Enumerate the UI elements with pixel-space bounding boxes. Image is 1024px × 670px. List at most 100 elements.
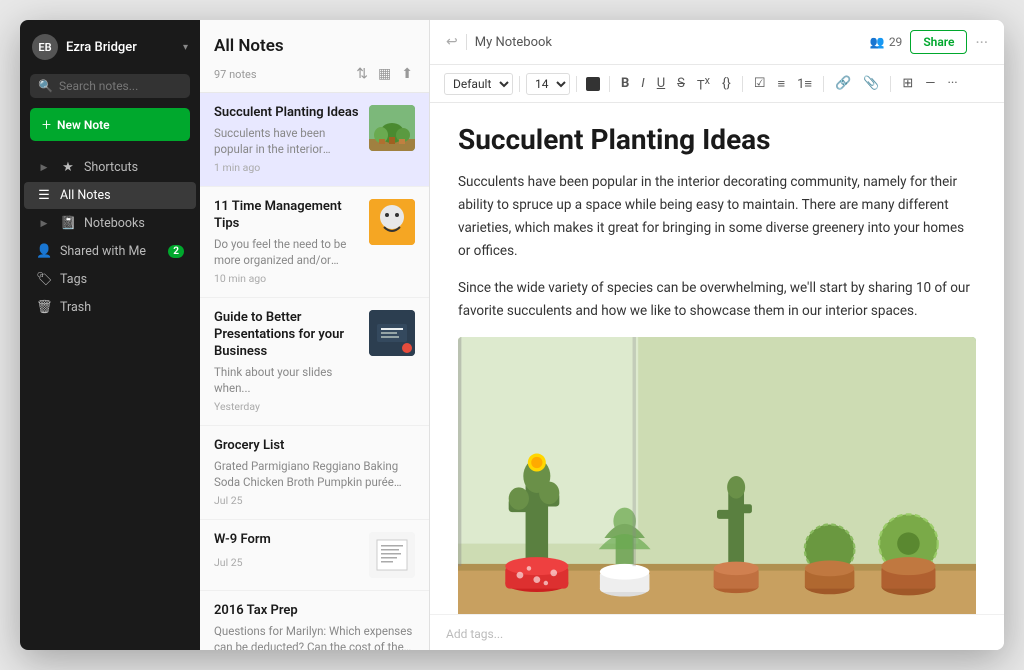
shared-icon: 👤: [36, 244, 52, 259]
font-size-select[interactable]: 14: [526, 73, 570, 95]
sidebar-item-label: Trash: [60, 300, 91, 315]
note-list: All Notes 97 notes ⇅ ▦ ⬆ Succulent Plant…: [200, 20, 430, 650]
expand-icon: ▶: [36, 163, 52, 173]
sidebar-item-shortcuts[interactable]: ▶ ★ Shortcuts: [24, 154, 196, 181]
editor-toolbar: Default 14 B I U S Tx {} ☑ ≡ 1≡ 🔗 📎 ⊞ —: [430, 65, 1004, 103]
list-item[interactable]: Guide to Better Presentations for your B…: [200, 298, 429, 426]
note-item-date: Jul 25: [214, 556, 361, 569]
sidebar-item-label: Shortcuts: [84, 160, 138, 175]
note-item-preview: Grated Parmigiano Reggiano Baking Soda C…: [214, 458, 415, 490]
list-item[interactable]: 11 Time Management Tips Do you feel the …: [200, 187, 429, 298]
expand-icon: ▶: [36, 219, 52, 229]
note-item-preview: Do you feel the need to be more organize…: [214, 236, 361, 268]
editor-header: ↩ My Notebook 👥 29 Share ···: [430, 20, 1004, 65]
note-item-title: W-9 Form: [214, 532, 361, 549]
note-item-date: Jul 25: [214, 494, 415, 507]
toolbar-separator: [576, 76, 577, 92]
collab-count: 👥 29: [870, 35, 902, 49]
note-list-toolbar: 97 notes ⇅ ▦ ⬆: [214, 64, 415, 84]
underline-button[interactable]: U: [652, 73, 670, 94]
sidebar-item-tags[interactable]: 🏷 Tags: [24, 266, 196, 293]
note-thumbnail: [369, 105, 415, 151]
back-icon[interactable]: ↩: [446, 34, 458, 50]
sidebar-item-shared[interactable]: 👤 Shared with Me 2: [24, 238, 196, 265]
username: Ezra Bridger: [66, 40, 175, 55]
italic-button[interactable]: I: [636, 73, 649, 94]
sidebar-item-notebooks[interactable]: ▶ 📓 Notebooks: [24, 210, 196, 237]
search-input[interactable]: [59, 79, 215, 93]
toolbar-separator: [519, 76, 520, 92]
editor-header-left: ↩ My Notebook: [446, 34, 860, 50]
image-inner: [458, 337, 976, 614]
list-item[interactable]: Grocery List Grated Parmigiano Reggiano …: [200, 426, 429, 520]
more-toolbar-button[interactable]: ···: [942, 73, 962, 94]
notebooks-icon: 📓: [60, 216, 76, 231]
sidebar-item-label: All Notes: [60, 188, 111, 203]
sidebar-item-trash[interactable]: 🗑 Trash: [24, 294, 196, 321]
code-button[interactable]: {}: [717, 73, 736, 94]
note-thumbnail: [369, 532, 415, 578]
bold-button[interactable]: B: [616, 73, 634, 94]
sidebar-item-label: Notebooks: [84, 216, 145, 231]
checkbox-button[interactable]: ☑: [749, 73, 771, 94]
tags-icon: 🏷: [36, 272, 52, 287]
superscript-button[interactable]: Tx: [692, 71, 715, 96]
toolbar-separator: [890, 76, 891, 92]
sidebar-item-label: Tags: [60, 272, 87, 287]
note-item-title: Guide to Better Presentations for your B…: [214, 310, 361, 361]
shortcuts-icon: ★: [60, 160, 76, 175]
editor-title: Succulent Planting Ideas: [458, 123, 976, 157]
note-item-content: Guide to Better Presentations for your B…: [214, 310, 361, 413]
trash-icon: 🗑: [36, 300, 52, 315]
user-menu[interactable]: EB Ezra Bridger ▾: [20, 20, 200, 70]
shared-badge: 2: [168, 245, 184, 258]
strikethrough-button[interactable]: S: [672, 73, 690, 94]
list-item[interactable]: W-9 Form Jul 25: [200, 520, 429, 591]
search-icon: 🔍: [38, 79, 53, 93]
bullets-button[interactable]: ≡: [773, 73, 791, 95]
note-item-title: Succulent Planting Ideas: [214, 105, 361, 122]
search-box[interactable]: 🔍: [30, 74, 190, 98]
hr-button[interactable]: —: [920, 73, 940, 94]
sidebar-item-all-notes[interactable]: ☰ All Notes: [24, 182, 196, 209]
table-button[interactable]: ⊞: [897, 73, 918, 94]
view-icon[interactable]: ▦: [376, 64, 393, 84]
note-item-preview: Questions for Marilyn: Which expenses ca…: [214, 623, 415, 650]
new-note-button[interactable]: + New Note: [30, 108, 190, 141]
link-button[interactable]: 🔗: [830, 73, 856, 94]
note-item-title: 2016 Tax Prep: [214, 603, 415, 620]
note-item-content: Grocery List Grated Parmigiano Reggiano …: [214, 438, 415, 507]
note-item-date: Yesterday: [214, 400, 361, 413]
editor: ↩ My Notebook 👥 29 Share ··· Default 14: [430, 20, 1004, 650]
collab-icon: 👥: [870, 35, 885, 49]
sync-icon[interactable]: ⬆: [399, 64, 415, 84]
color-picker[interactable]: [586, 77, 600, 91]
notes-scroll[interactable]: Succulent Planting Ideas Succulents have…: [200, 93, 429, 650]
plus-icon: +: [42, 115, 51, 134]
sort-icon[interactable]: ⇅: [354, 64, 370, 84]
attachment-button[interactable]: 📎: [858, 73, 884, 94]
notebook-name[interactable]: My Notebook: [475, 35, 552, 50]
note-item-content: 11 Time Management Tips Do you feel the …: [214, 199, 361, 285]
sidebar-item-label: Shared with Me: [60, 244, 146, 259]
font-style-select[interactable]: Default: [444, 73, 513, 95]
app-window: EB Ezra Bridger ▾ 🔍 + New Note ▶ ★ Short…: [20, 20, 1004, 650]
note-item-date: 1 min ago: [214, 161, 361, 174]
list-item[interactable]: 2016 Tax Prep Questions for Marilyn: Whi…: [200, 591, 429, 650]
note-item-date: 10 min ago: [214, 272, 361, 285]
note-item-content: 2016 Tax Prep Questions for Marilyn: Whi…: [214, 603, 415, 650]
note-item-preview: Succulents have been popular in the inte…: [214, 125, 361, 157]
editor-body[interactable]: Succulent Planting Ideas Succulents have…: [430, 103, 1004, 614]
note-list-title: All Notes: [214, 36, 415, 56]
editor-paragraph-1: Succulents have been popular in the inte…: [458, 171, 976, 263]
note-list-header: All Notes 97 notes ⇅ ▦ ⬆: [200, 20, 429, 93]
chevron-down-icon: ▾: [183, 42, 188, 53]
numbering-button[interactable]: 1≡: [792, 73, 817, 95]
more-icon[interactable]: ···: [975, 33, 988, 52]
add-tags[interactable]: Add tags...: [446, 627, 503, 641]
editor-image: [458, 337, 976, 614]
note-thumbnail: [369, 199, 415, 245]
list-item[interactable]: Succulent Planting Ideas Succulents have…: [200, 93, 429, 187]
share-button[interactable]: Share: [910, 30, 967, 54]
note-item-preview: Think about your slides when...: [214, 364, 361, 396]
